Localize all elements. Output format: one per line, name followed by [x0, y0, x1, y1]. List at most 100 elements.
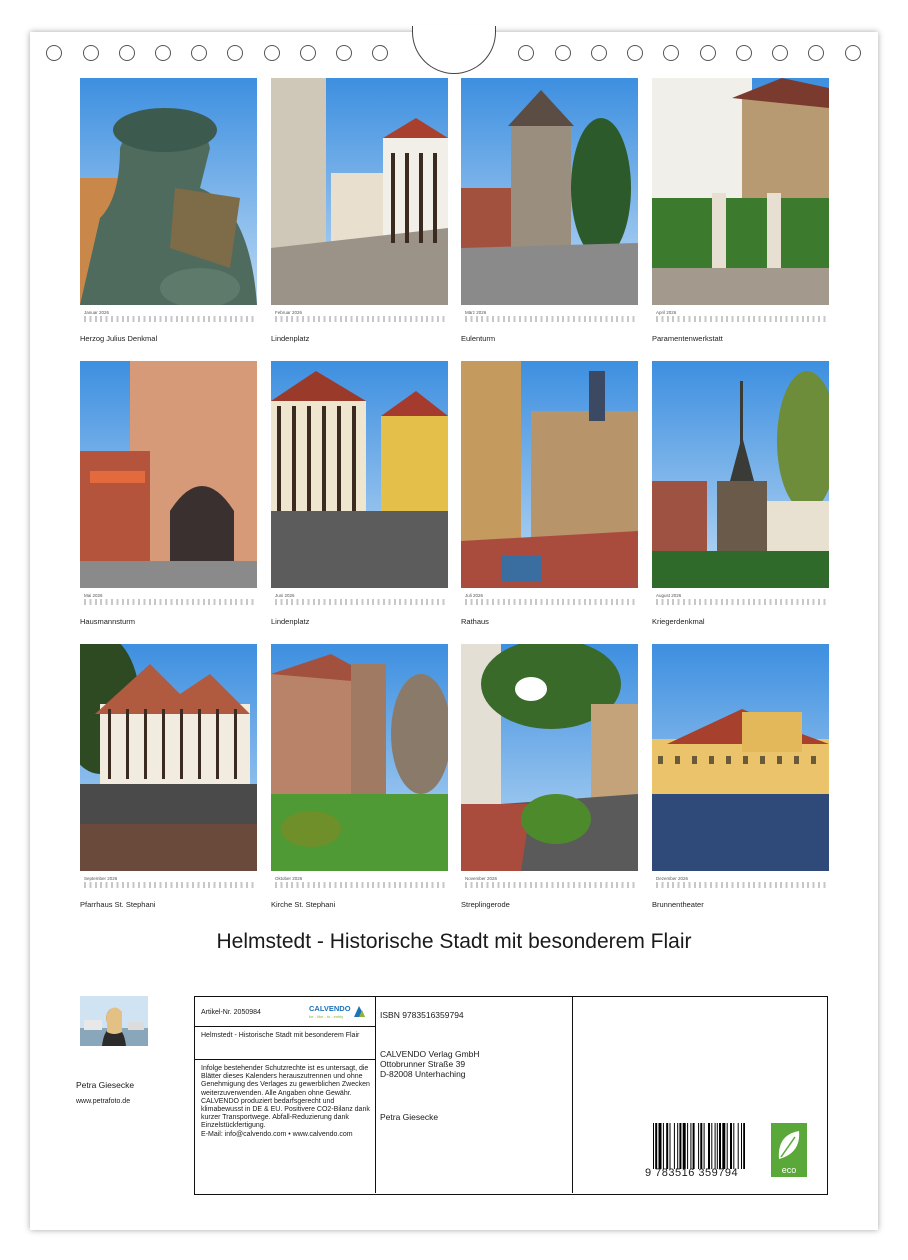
month-label: Februar 2026 [275, 310, 303, 315]
barcode-bar [666, 1123, 669, 1169]
barcode-bar [653, 1123, 654, 1169]
barcode-number: 9 783516 359794 [645, 1167, 739, 1179]
barcode-bar [726, 1123, 728, 1169]
month-label: August 2026 [656, 593, 682, 598]
month-day-strip [275, 316, 445, 322]
binding-ring [300, 45, 316, 61]
imprint-column-publisher: ISBN 9783516359794 CALVENDO Verlag GmbH … [376, 997, 573, 1193]
photo-caption: Rathaus [461, 617, 489, 626]
barcode-bar [708, 1123, 710, 1169]
binding-ring [700, 45, 716, 61]
calvendo-logo-icon [354, 1006, 365, 1017]
month-label: September 2026 [84, 876, 118, 881]
month-day-strip [656, 882, 826, 888]
barcode-bar [677, 1123, 679, 1169]
month-day-strip [465, 316, 635, 322]
calvendo-logo: CALVENDO [309, 1004, 351, 1013]
barcode-bar [692, 1123, 695, 1169]
barcode-bar [687, 1123, 689, 1169]
barcode-bar [658, 1123, 662, 1169]
binding-ring [736, 45, 752, 61]
month-label: Januar 2026 [84, 310, 110, 315]
barcode-bar [711, 1123, 713, 1169]
month-photo [80, 361, 257, 588]
photo-caption: Kirche St. Stephani [271, 900, 336, 909]
month-label: Oktober 2026 [275, 876, 303, 881]
binding-ring [845, 45, 861, 61]
binding-ring [372, 45, 388, 61]
barcode-bar [719, 1123, 721, 1169]
photo-caption: Streplingerode [461, 900, 510, 909]
photo-caption: Kriegerdenkmal [652, 617, 705, 626]
month-photo [652, 78, 829, 305]
barcode-bar [698, 1123, 700, 1169]
month-day-strip [656, 316, 826, 322]
photo-caption: Paramentenwerkstatt [652, 334, 723, 343]
binding-ring [627, 45, 643, 61]
barcode-bar [737, 1123, 739, 1169]
photo-caption: Hausmannsturm [80, 617, 136, 626]
article-number: Artikel-Nr. 2050984 [201, 1009, 261, 1016]
barcode-bar [679, 1123, 682, 1169]
month-photo [271, 644, 448, 871]
month-photo [271, 78, 448, 305]
barcode-bar [700, 1123, 703, 1169]
isbn: ISBN 9783516359794 [380, 1010, 464, 1020]
month-label: April 2026 [656, 310, 677, 315]
photo-caption: Brunnentheater [652, 900, 704, 909]
month-day-strip [465, 599, 635, 605]
barcode-bar [716, 1123, 718, 1169]
calendar-title: Helmstedt - Historische Stadt mit besond… [216, 930, 692, 953]
barcode-bar [743, 1123, 745, 1169]
eco-label: eco [782, 1165, 797, 1175]
month-day-strip [275, 599, 445, 605]
article-row: Artikel-Nr. 2050984 CALVENDO for - like … [195, 997, 376, 1027]
binding-ring [46, 45, 62, 61]
publisher-author: Petra Giesecke [380, 1112, 439, 1122]
imprint-column-legal: Artikel-Nr. 2050984 CALVENDO for - like … [195, 997, 376, 1193]
photo-caption: Pfarrhaus St. Stephani [80, 900, 156, 909]
binding-ring [808, 45, 824, 61]
photo-caption: Lindenplatz [271, 334, 310, 343]
barcode-bar [714, 1123, 716, 1169]
barcode-bar [662, 1123, 664, 1169]
month-label: Mai 2026 [84, 593, 103, 598]
barcode-bar [730, 1123, 732, 1169]
binding-ring [518, 45, 534, 61]
month-photo [461, 361, 638, 588]
binding-ring [227, 45, 243, 61]
author-name: Petra Giesecke [76, 1080, 135, 1090]
month-photo [461, 78, 638, 305]
month-photo [652, 361, 829, 588]
calvendo-tagline: for - like - to - entity [309, 1014, 344, 1019]
barcode-bar [722, 1123, 726, 1169]
barcode-bar [669, 1123, 671, 1169]
month-photo [271, 361, 448, 588]
barcode-bar [703, 1123, 705, 1169]
binding-ring [191, 45, 207, 61]
photo-caption: Eulenturm [461, 334, 496, 343]
month-day-strip [275, 882, 445, 888]
legal-notice: Infolge bestehender Schutzrechte ist es … [201, 1065, 370, 1138]
month-photo [80, 644, 257, 871]
month-label: Juli 2026 [465, 593, 484, 598]
binding-ring [119, 45, 135, 61]
short-title-row: Helmstedt - Historische Stadt mit besond… [195, 1027, 376, 1060]
eco-leaf-icon: eco [771, 1123, 807, 1177]
imprint-column-barcode: 9 783516 359794 eco [573, 997, 827, 1193]
binding-ring [83, 45, 99, 61]
barcode-bar [733, 1123, 735, 1169]
photo-caption: Lindenplatz [271, 617, 310, 626]
binding-ring [155, 45, 171, 61]
short-title: Helmstedt - Historische Stadt mit besond… [201, 1032, 360, 1039]
barcode-bar [682, 1123, 686, 1169]
month-day-strip [84, 599, 254, 605]
publisher-address: CALVENDO Verlag GmbH Ottobrunner Straße … [380, 1049, 480, 1079]
barcode [653, 1123, 745, 1169]
month-label: März 2026 [465, 310, 487, 315]
binding-ring [663, 45, 679, 61]
month-photo [80, 78, 257, 305]
month-day-strip [84, 882, 254, 888]
barcode-bar [690, 1123, 692, 1169]
month-photo [652, 644, 829, 871]
